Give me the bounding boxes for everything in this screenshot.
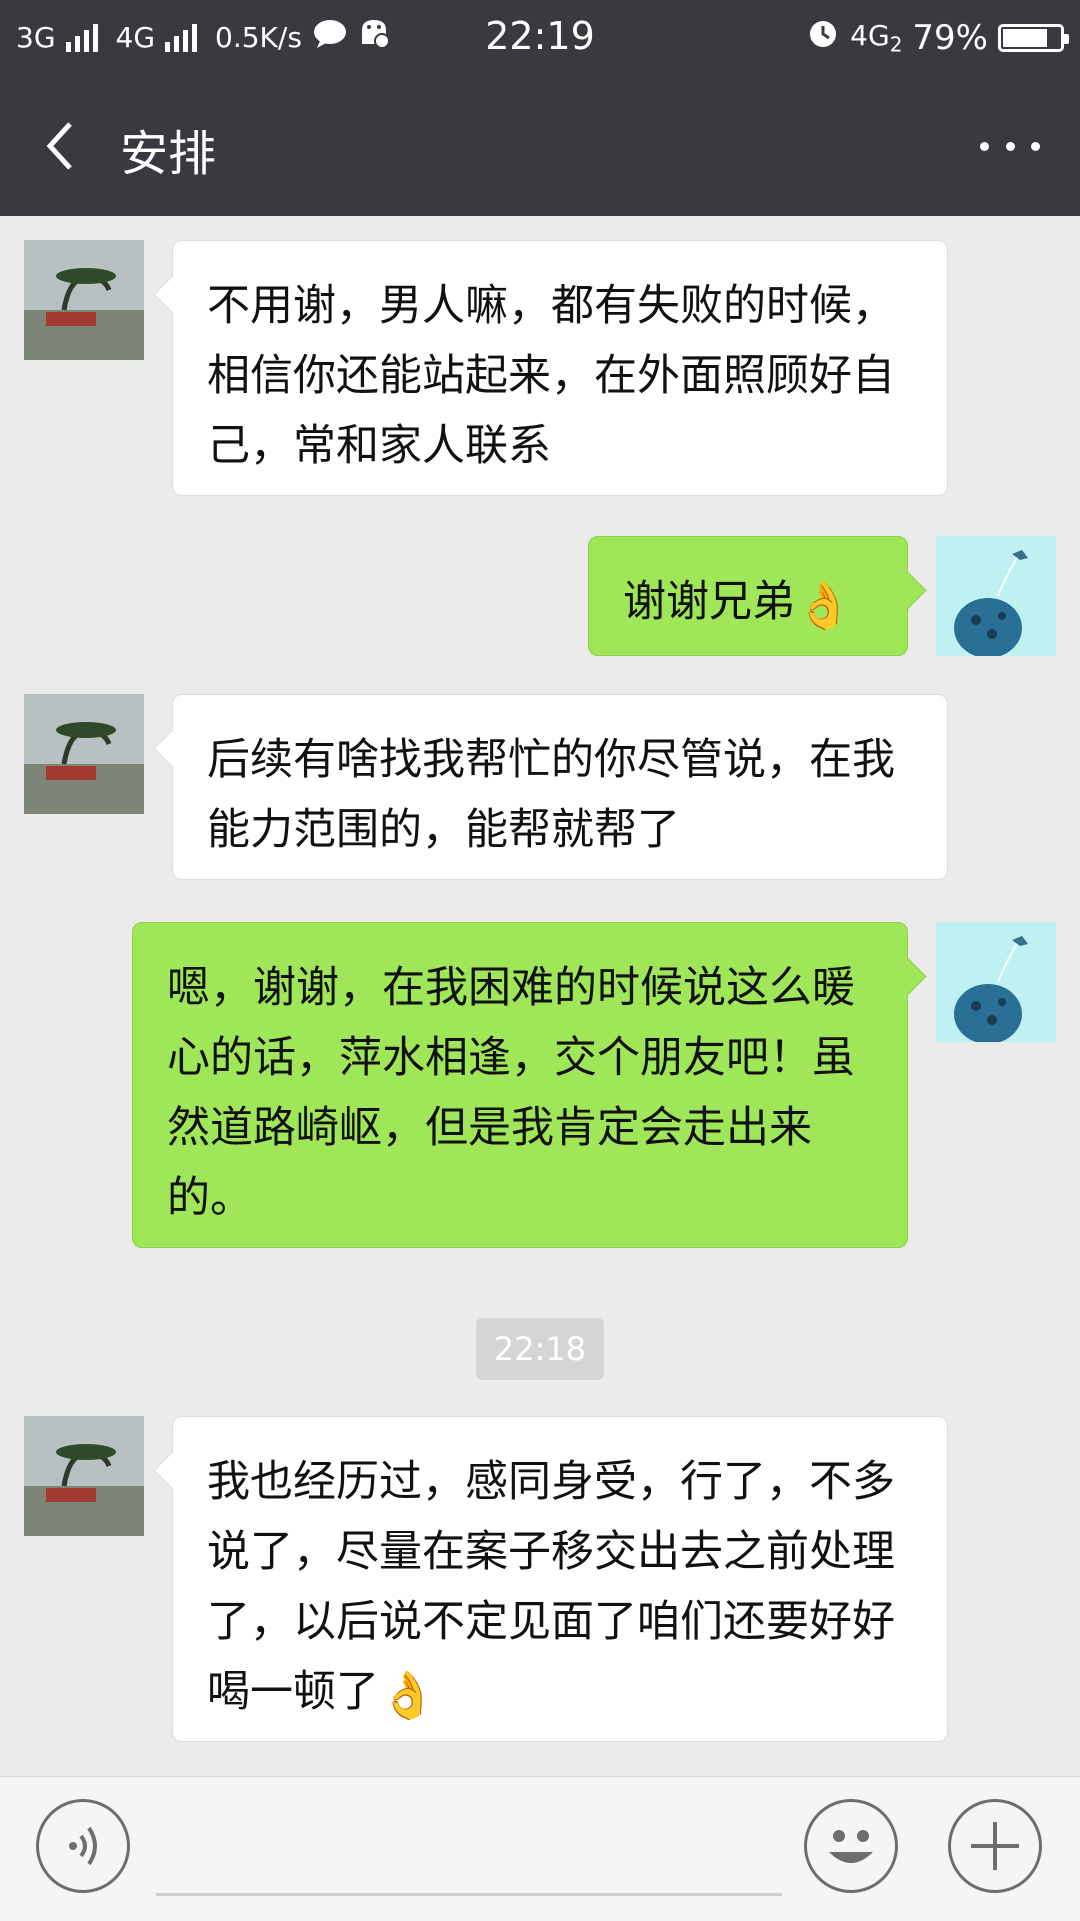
message-text: 后续有啥找我帮忙的你尽管说，在我能力范围的，能帮就帮了 [207, 735, 895, 855]
alarm-icon [806, 16, 840, 59]
message-text: 谢谢兄弟 [623, 577, 795, 627]
avatar-contact[interactable] [24, 694, 144, 814]
smiley-icon[interactable] [804, 1799, 898, 1893]
message-bubble-outgoing[interactable]: 嗯，谢谢，在我困难的时候说这么暖心的话，萍水相逢，交个朋友吧！虽然道路崎岖，但是… [132, 922, 908, 1248]
avatar-contact[interactable] [24, 1416, 144, 1536]
ok-hand-emoji: 👌 [795, 577, 853, 632]
battery-fill [1003, 28, 1047, 47]
message-text: 不用谢，男人嘛，都有失败的时候，相信你还能站起来，在外面照顾好自己，常和家人联系 [207, 281, 895, 471]
avatar-self[interactable] [936, 922, 1056, 1042]
ok-hand-emoji: 👌 [379, 1667, 437, 1722]
battery-icon [998, 23, 1069, 52]
message-bubble-incoming[interactable]: 我也经历过，感同身受，行了，不多说了，尽量在案子移交出去之前处理了，以后说不定见… [172, 1416, 948, 1742]
message-input[interactable] [156, 1893, 782, 1896]
plus-icon[interactable] [948, 1799, 1042, 1893]
status-bar: 3G 4G 0.5K/s 22:19 4G2 79% [0, 0, 1080, 76]
title-bar: 安排 [0, 76, 1080, 216]
message-bubble-outgoing[interactable]: 谢谢兄弟👌 [588, 536, 908, 656]
network-4g2-label: 4G [850, 18, 890, 52]
status-right: 4G2 79% [806, 16, 1069, 59]
timestamp: 22:18 [476, 1318, 604, 1380]
message-text: 嗯，谢谢，在我困难的时候说这么暖心的话，萍水相逢，交个朋友吧！虽然道路崎岖，但是… [167, 963, 855, 1223]
input-bar [0, 1776, 1080, 1921]
message-text: 我也经历过，感同身受，行了，不多说了，尽量在案子移交出去之前处理了，以后说不定见… [207, 1457, 895, 1717]
more-dots-icon[interactable] [980, 124, 1040, 168]
network-4g2: 4G2 [850, 19, 902, 57]
voice-icon[interactable] [36, 1799, 130, 1893]
avatar-contact[interactable] [24, 240, 144, 360]
chat-title: 安排 [120, 126, 217, 182]
message-bubble-incoming[interactable]: 后续有啥找我帮忙的你尽管说，在我能力范围的，能帮就帮了 [172, 694, 948, 880]
chat-area[interactable]: 不用谢，男人嘛，都有失败的时候，相信你还能站起来，在外面照顾好自己，常和家人联系… [0, 216, 1080, 1776]
battery-percent: 79% [912, 17, 988, 58]
network-4g2-sub: 2 [889, 32, 903, 57]
message-bubble-incoming[interactable]: 不用谢，男人嘛，都有失败的时候，相信你还能站起来，在外面照顾好自己，常和家人联系 [172, 240, 948, 496]
avatar-self[interactable] [936, 536, 1056, 656]
chevron-left-icon[interactable] [40, 118, 96, 174]
